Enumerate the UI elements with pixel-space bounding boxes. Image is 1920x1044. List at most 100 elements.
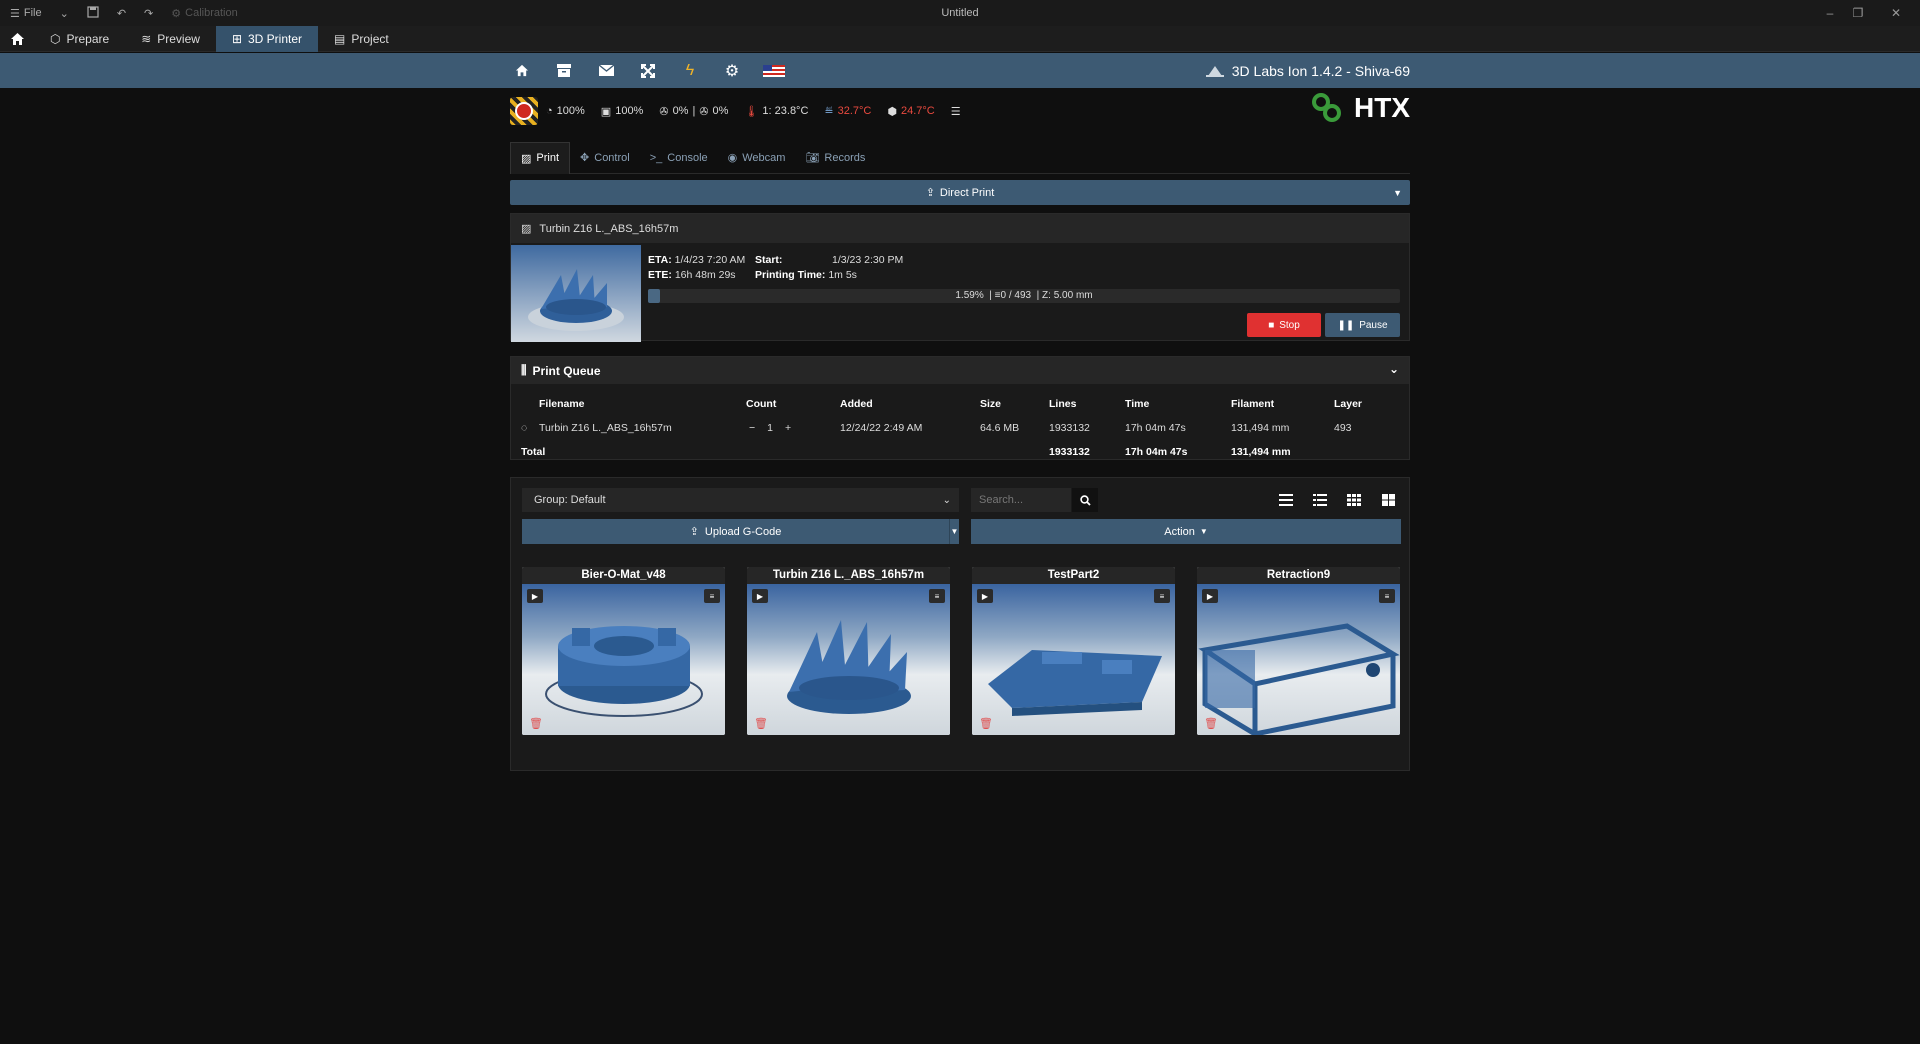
tab-project[interactable]: ▤ Project xyxy=(318,26,405,52)
home-icon[interactable] xyxy=(510,59,534,83)
detail-list-view-icon[interactable] xyxy=(1309,488,1331,512)
decrement-button[interactable]: − xyxy=(749,416,755,440)
subtab-console[interactable]: >_ Console xyxy=(640,142,718,174)
home-button[interactable] xyxy=(0,26,34,52)
restore-icon[interactable]: ❐ xyxy=(1844,0,1872,26)
large-grid-view-icon[interactable] xyxy=(1377,488,1399,512)
card-menu-icon[interactable]: ≡ xyxy=(1379,589,1395,603)
upload-gcode-button[interactable]: ⇪ Upload G-Code xyxy=(522,519,949,544)
job-thumbnail xyxy=(511,245,641,342)
close-icon[interactable]: ✕ xyxy=(1872,0,1920,26)
extruder-temperature[interactable]: 🌡︎ 1: 23.8°C xyxy=(736,105,816,118)
eta-label: ETA: xyxy=(648,254,672,266)
upload-icon: ⇪ xyxy=(925,187,935,199)
table-row[interactable]: ◌ Turbin Z16 L._ABS_16h57m − 1 + 12/24/2… xyxy=(511,416,1411,440)
envelope-icon[interactable] xyxy=(594,59,618,83)
print-queue-panel: ⫼ Print Queue ⌄ Filename Count Added Siz… xyxy=(510,356,1410,460)
chevron-down-icon[interactable]: ⌄ xyxy=(60,7,69,20)
trash-icon[interactable]: 🗑︎ xyxy=(979,717,993,730)
redo-icon[interactable]: ↷ xyxy=(144,7,153,20)
flow-multiplier[interactable]: ▣ 100% xyxy=(593,105,652,118)
col-size: Size xyxy=(980,398,1002,410)
tag-icon[interactable]: ▶ xyxy=(1202,589,1218,603)
hamburger-icon: ☰ xyxy=(10,7,20,20)
archive-icon[interactable] xyxy=(552,59,576,83)
subtab-label: Control xyxy=(594,151,630,164)
status-menu-button[interactable]: ☰ xyxy=(943,105,969,118)
file-card[interactable]: Turbin Z16 L._ABS_16h57m ▶ ≡ 🗑︎ xyxy=(747,567,950,735)
printer-name: 3D Labs Ion 1.4.2 - Shiva-69 xyxy=(1231,62,1410,79)
tag-icon[interactable]: ▶ xyxy=(977,589,993,603)
search-input[interactable]: Search... xyxy=(971,488,1071,512)
card-menu-icon[interactable]: ≡ xyxy=(1154,589,1170,603)
file-card[interactable]: Bier-O-Mat_v48 ▶ ≡ 🗑︎ xyxy=(522,567,725,735)
chevron-down-icon[interactable]: ⌄ xyxy=(1389,362,1399,376)
minimize-icon[interactable]: – xyxy=(1816,0,1844,26)
fan-speed[interactable]: ✇ 0% | ✇ 0% xyxy=(651,105,736,118)
printing-time-label: Printing Time: xyxy=(755,269,826,281)
printer-status-bar: ◔ 100% ▣ 100% ✇ 0% | ✇ 0% 🌡︎ 1: 23.8°C ≝ 32.7°C … xyxy=(510,92,1410,128)
fullscreen-icon[interactable] xyxy=(636,59,660,83)
chamber-temperature[interactable]: ⬢ 24.7°C xyxy=(879,105,942,118)
card-menu-icon[interactable]: ≡ xyxy=(704,589,720,603)
webcam-icon: ◉ xyxy=(727,152,738,164)
file-menu[interactable]: ☰ File xyxy=(10,7,42,20)
table-total-row: Total 1933132 17h 04m 47s 131,494 mm xyxy=(511,440,1411,464)
calibration-menu[interactable]: ⚙ Calibration xyxy=(171,7,237,20)
search-icon xyxy=(1079,494,1091,506)
direct-print-button[interactable]: ⇪ Direct Print ▼ xyxy=(510,180,1410,205)
bed-temperature[interactable]: ≝ 32.7°C xyxy=(816,105,879,118)
col-added: Added xyxy=(840,398,873,410)
current-job-panel: ▨ Turbin Z16 L._ABS_16h57m ETA: 1/4/23 7… xyxy=(510,213,1410,342)
stop-button[interactable]: ■ Stop xyxy=(1247,313,1321,337)
save-icon[interactable] xyxy=(87,5,99,21)
print-queue-header[interactable]: ⫼ Print Queue ⌄ xyxy=(511,357,1409,384)
list-view-icon[interactable] xyxy=(1275,488,1297,512)
card-menu-icon[interactable]: ≡ xyxy=(929,589,945,603)
fan-icon: ✇ xyxy=(659,105,669,118)
group-select[interactable]: Group: Default ⌄ xyxy=(522,488,959,512)
speed-multiplier[interactable]: ◔ 100% xyxy=(538,105,593,117)
tag-icon[interactable]: ▶ xyxy=(752,589,768,603)
emergency-stop-icon[interactable] xyxy=(510,97,538,125)
tab-preview[interactable]: ≋ Preview xyxy=(125,26,216,52)
file-card[interactable]: Retraction9 ▶ ≡ 🗑︎ xyxy=(1197,567,1400,735)
subtab-webcam[interactable]: ◉ Webcam xyxy=(718,142,796,174)
col-lines: Lines xyxy=(1049,398,1077,410)
small-grid-view-icon[interactable] xyxy=(1343,488,1365,512)
search-button[interactable] xyxy=(1072,488,1098,512)
action-dropdown[interactable]: Action ▼ xyxy=(971,519,1401,544)
file-card-title: TestPart2 xyxy=(972,567,1175,584)
queue-lines: 1933132 xyxy=(1049,422,1090,434)
col-time: Time xyxy=(1125,398,1150,410)
caret-down-icon[interactable]: ▼ xyxy=(1393,188,1402,198)
flow-value: 100% xyxy=(615,105,644,117)
cube-icon: ⬡ xyxy=(50,31,61,46)
pause-button[interactable]: ❚❚ Pause xyxy=(1325,313,1400,337)
tab-prepare[interactable]: ⬡ Prepare xyxy=(34,26,125,52)
htx-logo: HTX xyxy=(1310,92,1410,124)
undo-icon[interactable]: ↶ xyxy=(117,7,126,20)
gear-icon[interactable]: ⚙ xyxy=(720,59,744,83)
increment-button[interactable]: + xyxy=(785,416,791,440)
trash-icon[interactable]: 🗑︎ xyxy=(754,717,768,730)
tag-icon[interactable]: ▶ xyxy=(527,589,543,603)
printer-navbar: ϟ ⚙ 3D Labs Ion 1.4.2 - Shiva-69 xyxy=(0,53,1920,88)
subtab-control[interactable]: ✥ Control xyxy=(570,142,640,174)
flow-icon: ▣ xyxy=(600,105,612,118)
trash-icon[interactable]: 🗑︎ xyxy=(1204,717,1218,730)
trash-icon[interactable]: 🗑︎ xyxy=(529,717,543,730)
subtab-print[interactable]: ▨ Print xyxy=(510,141,571,174)
tab-3d-printer[interactable]: ⊞ 3D Printer xyxy=(215,25,319,52)
calibration-icon: ⚙ xyxy=(171,7,182,20)
upload-dropdown-toggle[interactable]: ▼ xyxy=(949,519,959,544)
group-select-value: Group: Default xyxy=(534,494,606,506)
subtab-records[interactable]: 📷︎ Records xyxy=(795,142,875,174)
file-card[interactable]: TestPart2 ▶ ≡ 🗑︎ xyxy=(972,567,1175,735)
printer-selector[interactable]: 3D Labs Ion 1.4.2 - Shiva-69 xyxy=(1205,53,1410,88)
col-filename: Filename xyxy=(539,398,585,410)
lightning-icon[interactable]: ϟ xyxy=(678,59,702,83)
us-flag-icon[interactable] xyxy=(762,59,786,83)
upload-label: Upload G-Code xyxy=(704,525,782,538)
printer-model-icon xyxy=(1205,65,1224,77)
